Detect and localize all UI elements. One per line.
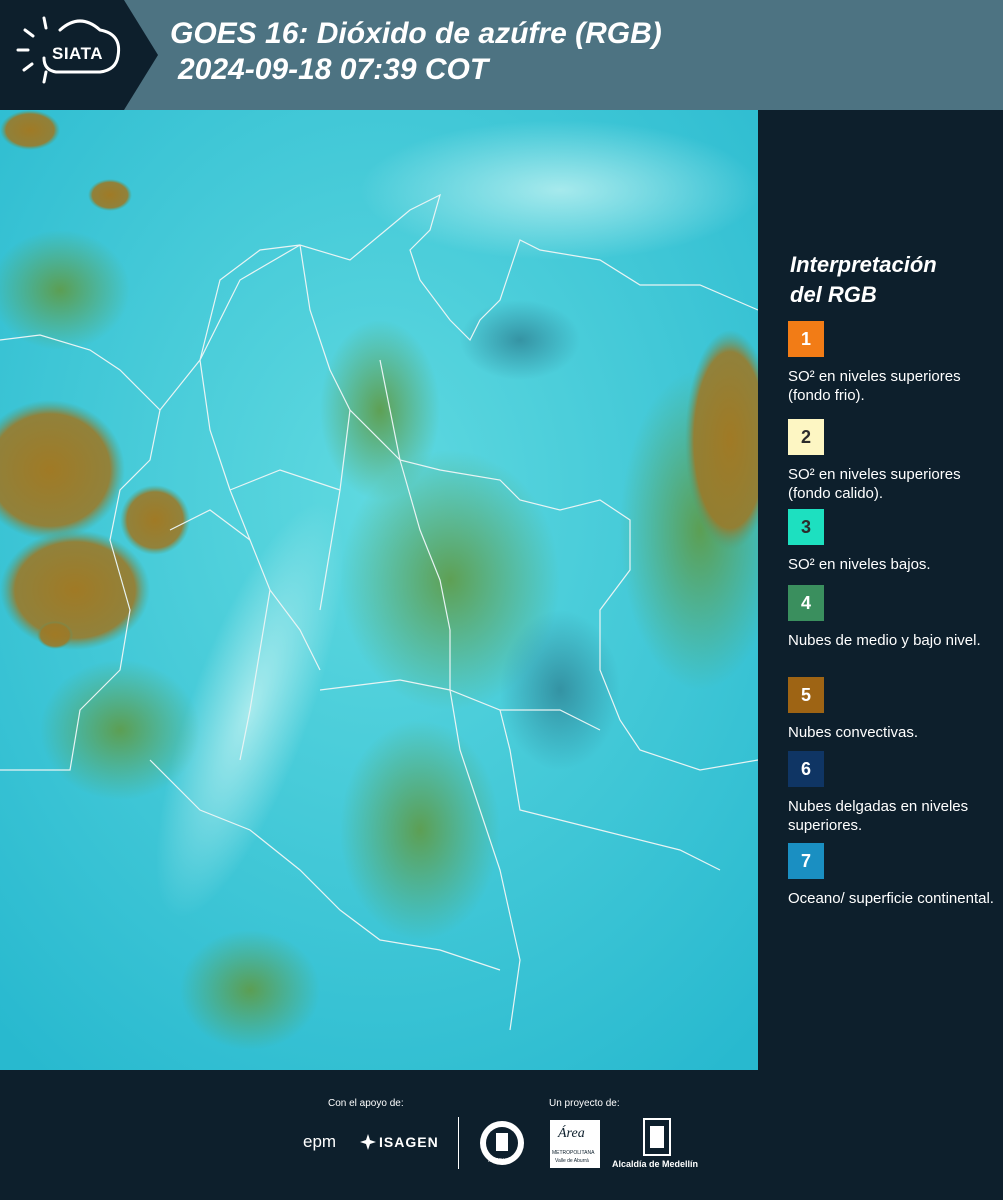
siata-logo: SIATA	[0, 0, 158, 110]
rgb-composite-image	[0, 110, 758, 1070]
legend-item-7: 7 Oceano/ superficie continental.	[788, 843, 998, 908]
legend-swatch-6: 6	[788, 751, 824, 787]
header: SIATA GOES 16: Dióxido de azúfre (RGB) 2…	[0, 0, 1003, 110]
support-label: Con el apoyo de:	[328, 1098, 404, 1109]
legend-item-3: 3 SO² en niveles bajos.	[788, 509, 998, 574]
footer: Con el apoyo de: Un proyecto de: epm ISA…	[0, 1070, 1003, 1200]
legend-desc-3: SO² en niveles bajos.	[788, 556, 931, 573]
legend-swatch-5: 5	[788, 677, 824, 713]
legend-item-4: 4 Nubes de medio y bajo nivel.	[788, 585, 998, 650]
legend-item-5: 5 Nubes convectivas.	[788, 677, 998, 742]
medellin-seal-text: MEDELLÍN	[488, 1158, 514, 1164]
area-logo-sub: METROPOLITANA	[552, 1150, 595, 1156]
legend-item-1: 1 SO² en niveles superiores (fondo frio)…	[788, 321, 998, 405]
legend-swatch-4: 4	[788, 585, 824, 621]
legend-item-6: 6 Nubes delgadas en niveles superiores.	[788, 751, 998, 835]
area-logo-sub2: Valle de Aburrá	[555, 1158, 589, 1164]
legend-item-2: 2 SO² en niveles superiores (fondo calid…	[788, 419, 998, 503]
legend-title: Interpretación del RGB	[790, 250, 990, 310]
legend-swatch-7: 7	[788, 843, 824, 879]
title-timestamp: 2024-09-18 07:39 COT	[178, 53, 489, 86]
page-title: GOES 16: Dióxido de azúfre (RGB) 2024-09…	[170, 16, 662, 88]
project-label: Un proyecto de:	[549, 1098, 620, 1109]
legend-desc-7: Oceano/ superficie continental.	[788, 890, 994, 907]
legend-swatch-2: 2	[788, 419, 824, 455]
area-metropolitana-logo: Área METROPOLITANA Valle de Aburrá	[550, 1120, 600, 1168]
legend-swatch-1: 1	[788, 321, 824, 357]
legend-desc-2: SO² en niveles superiores (fondo calido)…	[788, 466, 961, 502]
alcaldia-logo-text: Alcaldía de Medellín	[612, 1159, 699, 1169]
legend-swatch-3: 3	[788, 509, 824, 545]
legend-panel: Interpretación del RGB 1 SO² en niveles …	[758, 110, 1003, 1070]
title-product: GOES 16: Dióxido de azúfre (RGB)	[170, 17, 662, 50]
alcaldia-shield-icon	[643, 1118, 671, 1156]
legend-desc-4: Nubes de medio y bajo nivel.	[788, 632, 981, 649]
legend-desc-6: Nubes delgadas en niveles superiores.	[788, 798, 969, 834]
area-logo-text: Área	[558, 1126, 585, 1141]
legend-desc-1: SO² en niveles superiores (fondo frio).	[788, 368, 961, 404]
legend-desc-5: Nubes convectivas.	[788, 724, 919, 741]
legend-title-line2: del RGB	[790, 282, 877, 307]
isagen-star-icon	[360, 1134, 376, 1150]
satellite-map	[0, 110, 758, 1070]
footer-divider	[458, 1117, 459, 1169]
isagen-logo: ISAGEN	[379, 1134, 439, 1150]
epm-logo: epm	[303, 1132, 337, 1151]
legend-title-line1: Interpretación	[790, 252, 937, 277]
siata-logo-text: SIATA	[52, 44, 103, 63]
